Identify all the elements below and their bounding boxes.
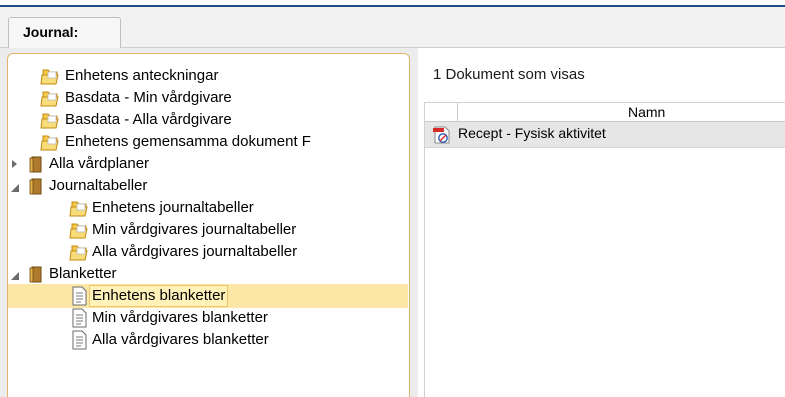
folder-open-icon	[69, 223, 88, 239]
tree-item-label: Alla vårdplaner	[49, 155, 150, 172]
document-count: 1 Dokument som visas	[433, 66, 585, 83]
tree-item-label: Alla vårdgivares blanketter	[92, 331, 269, 348]
document-icon	[72, 308, 87, 328]
document-icon	[72, 330, 87, 350]
pdf-icon	[433, 126, 450, 144]
tree-item-label: Enhetens anteckningar	[65, 67, 219, 84]
tree-item-min-vardgivares-blanketter[interactable]: Min vårdgivares blanketter	[8, 307, 408, 329]
tree-item-label: Blanketter	[49, 265, 117, 282]
tree-item-journaltabeller[interactable]: Journaltabeller	[8, 175, 408, 197]
grid-header: Namn	[425, 103, 785, 122]
tab-bar: Journal:	[0, 7, 785, 49]
tree-item-enhetens-gemensamma-dokument[interactable]: Enhetens gemensamma dokument F	[8, 131, 408, 153]
book-icon	[29, 266, 42, 283]
tab-journal[interactable]: Journal:	[8, 17, 121, 49]
tree-item-basdata-min-vardgivare[interactable]: Basdata - Min vårdgivare	[8, 87, 408, 109]
tree-item-label: Alla vårdgivares journaltabeller	[92, 243, 298, 260]
tree-item-enhetens-anteckningar[interactable]: Enhetens anteckningar	[8, 65, 408, 87]
journal-content: Enhetens anteckningar Basdata - Min vård…	[0, 48, 785, 397]
document-grid: Namn Recept - Fysisk aktivitet	[424, 102, 785, 397]
book-icon	[29, 178, 42, 195]
tree-item-label: Enhetens gemensamma dokument F	[65, 133, 311, 150]
tree-item-label: Journaltabeller	[49, 177, 148, 194]
tree-item-basdata-alla-vardgivare[interactable]: Basdata - Alla vårdgivare	[8, 109, 408, 131]
table-row[interactable]: Recept - Fysisk aktivitet	[425, 122, 785, 148]
tree-item-label: Basdata - Min vårdgivare	[65, 89, 232, 106]
tree-item-label: Min vårdgivares journaltabeller	[92, 221, 297, 238]
document-panel: 1 Dokument som visas Namn Recept - Fysis…	[418, 48, 785, 397]
tree-item-alla-vardgivares-journaltabeller[interactable]: Alla vårdgivares journaltabeller	[8, 241, 408, 263]
tree-item-label: Enhetens journaltabeller	[92, 199, 254, 216]
tree-item-enhetens-blanketter[interactable]: Enhetens blanketter	[8, 285, 408, 307]
folder-open-icon	[69, 245, 88, 261]
tree-item-alla-vardgivares-blanketter[interactable]: Alla vårdgivares blanketter	[8, 329, 408, 351]
folder-open-icon	[40, 113, 59, 129]
tree-item-label: Min vårdgivares blanketter	[92, 309, 268, 326]
tree-item-label: Enhetens blanketter	[89, 285, 229, 307]
column-header-name[interactable]: Namn	[458, 103, 785, 122]
tree-item-enhetens-journaltabeller[interactable]: Enhetens journaltabeller	[8, 197, 408, 219]
book-icon	[29, 156, 42, 173]
tree-item-blanketter[interactable]: Blanketter	[8, 263, 408, 285]
tree-item-alla-vardplaner[interactable]: Alla vårdplaner	[8, 153, 408, 175]
document-name: Recept - Fysisk aktivitet	[458, 125, 606, 141]
document-icon	[72, 286, 87, 306]
collapse-arrow-icon[interactable]	[11, 184, 19, 192]
folder-open-icon	[69, 201, 88, 217]
expand-arrow-icon[interactable]	[12, 160, 17, 168]
tab-journal-label: Journal:	[23, 24, 79, 40]
tree-item-label: Basdata - Alla vårdgivare	[65, 111, 232, 128]
collapse-arrow-icon[interactable]	[11, 272, 19, 280]
tree-item-min-vardgivares-journaltabeller[interactable]: Min vårdgivares journaltabeller	[8, 219, 408, 241]
folder-open-icon	[40, 69, 59, 85]
folder-tree: Enhetens anteckningar Basdata - Min vård…	[7, 53, 410, 397]
column-header-select[interactable]	[425, 103, 458, 122]
folder-open-icon	[40, 135, 59, 151]
folder-open-icon	[40, 91, 59, 107]
